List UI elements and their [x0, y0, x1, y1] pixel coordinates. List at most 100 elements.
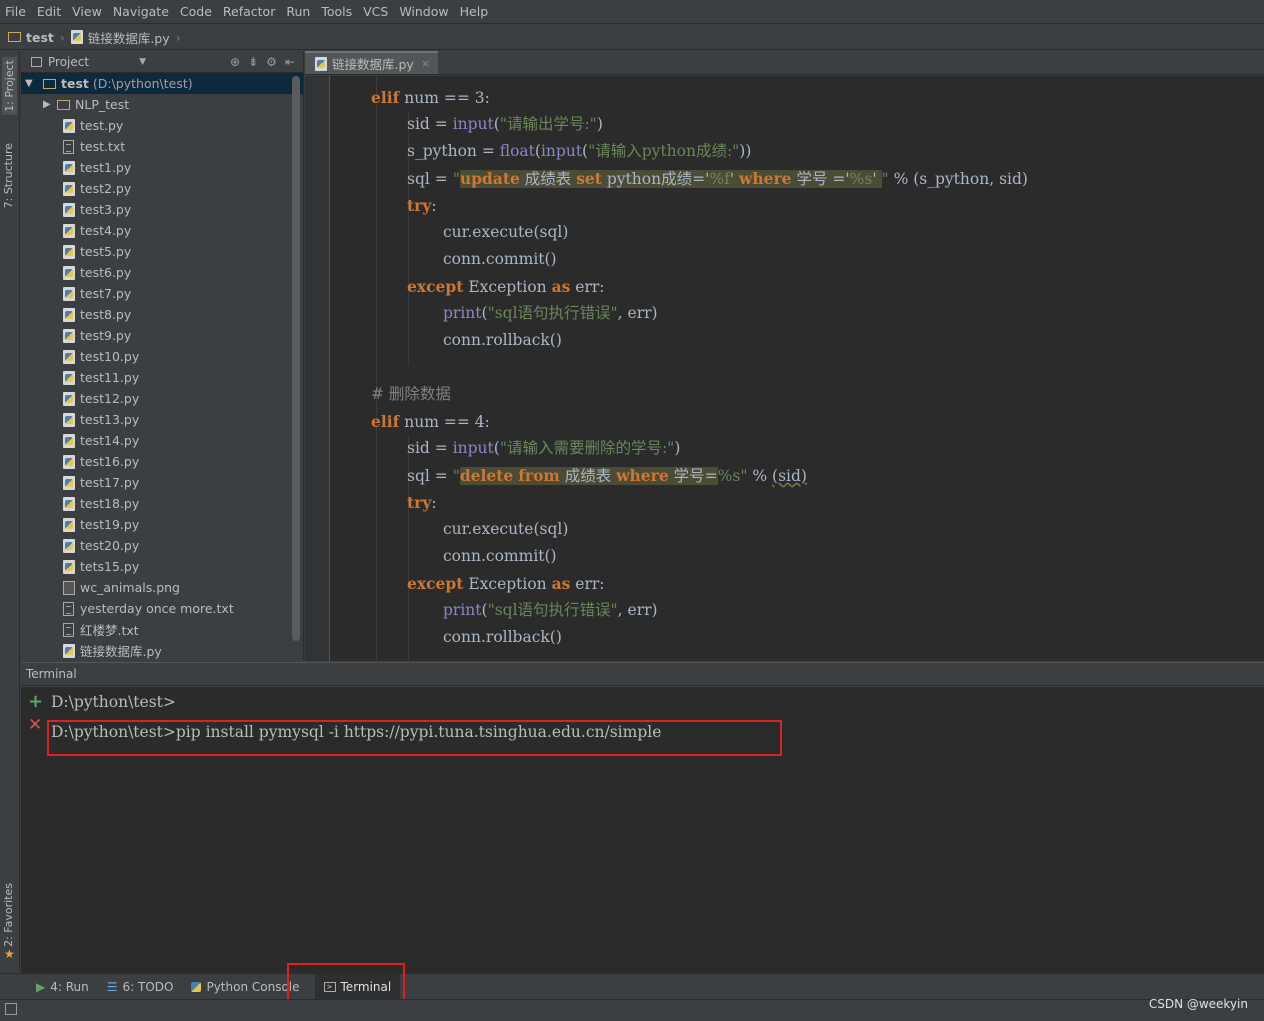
breadcrumb-file[interactable]: 链接数据库.py	[70, 28, 170, 47]
tree-file[interactable]: test2.py	[21, 178, 303, 199]
breadcrumb-project[interactable]: test	[8, 30, 54, 45]
editor-tab-label: 链接数据库.py	[332, 57, 414, 72]
folder-icon	[43, 78, 56, 89]
structure-tool-tab[interactable]: 7: Structure	[2, 143, 15, 208]
tree-file[interactable]: test13.py	[21, 409, 303, 430]
tree-file[interactable]: tets15.py	[21, 556, 303, 577]
menu-window[interactable]: Window	[394, 4, 454, 19]
collapse-all-icon[interactable]: ⇟	[248, 55, 258, 69]
code-line: try:	[407, 196, 437, 215]
tree-item-label: test8.py	[80, 307, 132, 322]
python-file-icon	[63, 475, 75, 490]
menu-vcs[interactable]: VCS	[358, 4, 394, 19]
python-file-icon	[63, 370, 75, 385]
project-panel-title[interactable]: Project	[48, 55, 89, 69]
terminal-panel[interactable]: + ✕ D:\python\test> D:\python\test>pip i…	[21, 687, 1264, 973]
breadcrumb: test › 链接数据库.py ›	[0, 25, 1264, 50]
python-file-icon	[63, 328, 75, 343]
tree-file[interactable]: test5.py	[21, 241, 303, 262]
project-view-dropdown-icon[interactable]: ▼	[139, 57, 146, 67]
tree-file[interactable]: test16.py	[21, 451, 303, 472]
tree-file[interactable]: test12.py	[21, 388, 303, 409]
tree-file[interactable]: test9.py	[21, 325, 303, 346]
image-file-icon	[63, 580, 75, 595]
project-scrollbar[interactable]	[292, 76, 300, 641]
python-console-icon	[191, 981, 202, 992]
tree-file[interactable]: 链接数据库.py	[21, 640, 303, 661]
code-line: except Exception as err:	[407, 574, 605, 593]
python-file-icon	[63, 202, 75, 217]
project-tool-tab[interactable]: 1: Project	[2, 57, 17, 115]
tree-folder[interactable]: ▶ NLP_test	[21, 94, 303, 115]
close-session-icon[interactable]: ✕	[28, 715, 42, 735]
tree-item-label: test7.py	[80, 286, 132, 301]
project-tree: ▼ test (D:\python\test) ▶ NLP_test test.py…	[21, 73, 303, 661]
tree-item-label: test18.py	[80, 496, 140, 511]
tree-item-label: wc_animals.png	[80, 580, 180, 595]
code-line: except Exception as err:	[407, 277, 605, 296]
menu-view[interactable]: View	[67, 4, 108, 19]
python-file-icon	[63, 559, 75, 574]
scroll-from-source-icon[interactable]: ⊕	[230, 55, 240, 69]
tree-file[interactable]: yesterday once more.txt	[21, 598, 303, 619]
python-file-icon	[63, 118, 75, 133]
tree-file[interactable]: test20.py	[21, 535, 303, 556]
tree-item-label: 链接数据库.py	[80, 644, 162, 659]
tab-todo[interactable]: ☰ 6: TODO	[98, 974, 183, 1000]
tab-run[interactable]: ▶ 4: Run	[27, 974, 98, 1000]
tree-file[interactable]: test17.py	[21, 472, 303, 493]
menu-refactor[interactable]: Refactor	[218, 4, 281, 19]
code-editor[interactable]: elif num == 3: sid = input("请输出学号:") s_p…	[305, 76, 1264, 661]
code-line: sid = input("请输出学号:")	[407, 115, 603, 133]
python-file-icon	[63, 538, 75, 553]
settings-gear-icon[interactable]: ⚙	[266, 55, 277, 69]
menu-edit[interactable]: Edit	[32, 4, 67, 19]
tree-file[interactable]: test3.py	[21, 199, 303, 220]
tree-item-label: NLP_test	[75, 97, 130, 112]
hide-panel-icon[interactable]: ⇤	[285, 55, 295, 69]
status-bar	[0, 999, 1264, 1021]
tree-item-label: test11.py	[80, 370, 140, 385]
tree-file[interactable]: wc_animals.png	[21, 577, 303, 598]
tree-file[interactable]: test1.py	[21, 157, 303, 178]
new-session-plus-icon[interactable]: +	[28, 691, 43, 712]
menu-help[interactable]: Help	[455, 4, 495, 19]
tree-file[interactable]: test.py	[21, 115, 303, 136]
tree-file[interactable]: 红楼梦.txt	[21, 619, 303, 640]
tree-file[interactable]: test.txt	[21, 136, 303, 157]
favorites-tool-tab[interactable]: 2: Favorites	[2, 883, 15, 947]
tree-root[interactable]: ▼ test (D:\python\test)	[21, 73, 303, 94]
python-file-icon	[63, 160, 75, 175]
todo-icon: ☰	[106, 979, 118, 994]
tree-item-label: 红楼梦.txt	[80, 623, 139, 638]
menu-navigate[interactable]: Navigate	[108, 4, 175, 19]
tree-file[interactable]: test11.py	[21, 367, 303, 388]
menu-code[interactable]: Code	[175, 4, 218, 19]
tree-file[interactable]: test6.py	[21, 262, 303, 283]
folder-icon	[57, 99, 70, 110]
tree-file[interactable]: test8.py	[21, 304, 303, 325]
code-line: conn.commit()	[443, 250, 557, 268]
code-line: conn.rollback()	[443, 331, 562, 349]
menu-file[interactable]: File	[0, 4, 32, 19]
terminal-header: Terminal	[21, 662, 1264, 686]
breadcrumb-separator: ›	[175, 29, 181, 45]
tree-file[interactable]: test7.py	[21, 283, 303, 304]
code-line: s_python = float(input("请输入python成绩:"))	[407, 142, 752, 160]
tree-file[interactable]: test18.py	[21, 493, 303, 514]
menu-run[interactable]: Run	[281, 4, 316, 19]
tree-file[interactable]: test4.py	[21, 220, 303, 241]
expand-arrow-icon[interactable]: ▶	[43, 99, 57, 110]
code-line: sql = "update 成绩表 set python成绩='%f' wher…	[407, 169, 1028, 188]
editor-tab-active[interactable]: 链接数据库.py ×	[305, 51, 439, 74]
tree-file[interactable]: test10.py	[21, 346, 303, 367]
tree-file[interactable]: test19.py	[21, 514, 303, 535]
menu-tools[interactable]: Tools	[316, 4, 358, 19]
expand-arrow-icon[interactable]: ▼	[25, 78, 39, 89]
tree-item-label: test12.py	[80, 391, 140, 406]
tree-item-label: test.py	[80, 118, 124, 133]
close-tab-icon[interactable]: ×	[421, 57, 430, 70]
code-line: elif num == 4:	[371, 412, 490, 431]
tree-file[interactable]: test14.py	[21, 430, 303, 451]
status-toggle-icon[interactable]	[5, 1003, 17, 1015]
